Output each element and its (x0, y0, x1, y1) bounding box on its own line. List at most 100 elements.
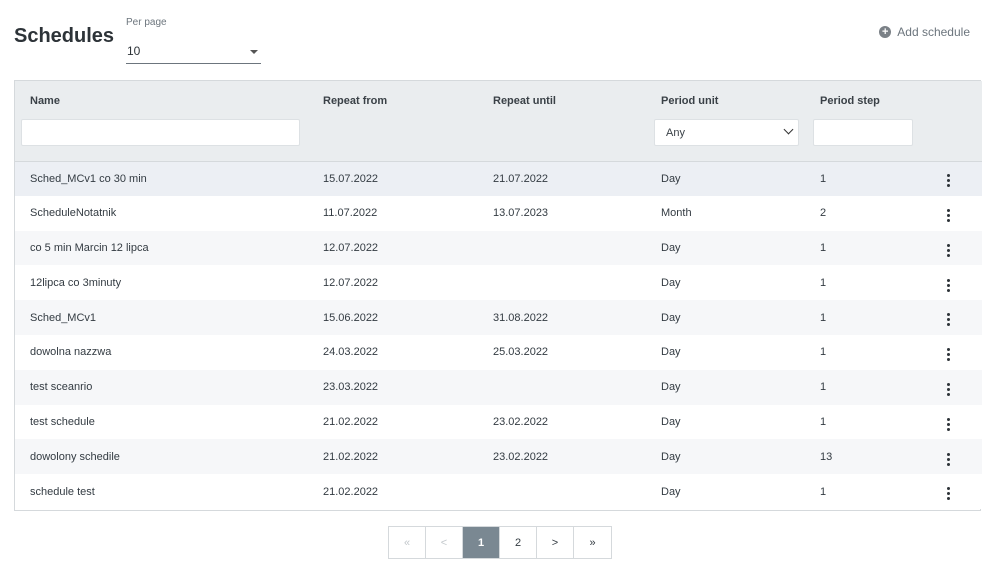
more-vertical-icon[interactable] (942, 312, 956, 328)
next-page-button[interactable]: > (537, 527, 574, 558)
kebab-dot (947, 382, 950, 386)
more-vertical-icon[interactable] (942, 416, 956, 432)
more-vertical-icon[interactable] (942, 242, 956, 258)
schedules-table: Name Repeat from Repeat until Period uni… (14, 80, 982, 511)
kebab-dot (947, 348, 950, 352)
column-header-actions (915, 81, 982, 119)
repeat-until-cell: 31.08.2022 (493, 311, 549, 324)
repeat-from-cell: 15.06.2022 (323, 311, 379, 324)
first-page-button[interactable]: « (389, 527, 426, 558)
more-vertical-icon[interactable] (942, 381, 956, 397)
period-unit-cell: Day (661, 346, 681, 359)
table-row[interactable]: co 5 min Marcin 12 lipca 12.07.2022 Day 1 (15, 230, 982, 266)
kebab-dot (947, 278, 950, 282)
kebab-dot (947, 497, 950, 501)
name-cell: test schedule (30, 415, 95, 428)
table-row[interactable]: test sceanrio 23.03.2022 Day 1 (15, 369, 982, 405)
prev-page-button[interactable]: < (426, 527, 463, 558)
table-row[interactable]: test schedule 21.02.2022 23.02.2022 Day 1 (15, 404, 982, 440)
period-step-cell: 1 (820, 485, 827, 498)
page-button-2[interactable]: 2 (500, 527, 537, 558)
kebab-dot (947, 427, 950, 431)
period-step-cell: 1 (820, 346, 827, 359)
kebab-dot (947, 253, 950, 257)
row-actions-cell (915, 335, 982, 370)
repeat-from-cell: 21.02.2022 (323, 485, 379, 498)
period-unit-cell: Day (661, 381, 681, 394)
row-actions-cell (915, 474, 982, 509)
more-vertical-icon[interactable] (942, 486, 956, 502)
kebab-dot (947, 313, 950, 317)
kebab-dot (947, 243, 950, 247)
column-header-repeat-until[interactable]: Repeat until (478, 81, 646, 119)
row-actions-cell (915, 161, 982, 196)
column-header-repeat-from[interactable]: Repeat from (308, 81, 478, 119)
repeat-until-cell: 23.02.2022 (493, 415, 549, 428)
repeat-from-cell: 12.07.2022 (323, 241, 379, 254)
more-vertical-icon[interactable] (942, 451, 956, 467)
kebab-dot (947, 387, 950, 391)
name-cell: dowolna nazzwa (30, 346, 112, 359)
repeat-until-cell (478, 474, 646, 509)
kebab-dot (947, 283, 950, 287)
kebab-dot (947, 184, 950, 188)
period-step-cell: 1 (820, 311, 827, 324)
period-step-cell: 1 (820, 381, 827, 394)
period-step-cell: 2 (820, 207, 827, 220)
repeat-from-cell: 21.02.2022 (323, 415, 379, 428)
per-page-value: 10 (127, 44, 141, 58)
add-schedule-button[interactable]: + Add schedule (879, 25, 970, 39)
kebab-dot (947, 452, 950, 456)
name-cell: Sched_MCv1 (30, 311, 97, 324)
pagination: « < 1 2 > » (388, 526, 612, 559)
table-row[interactable]: dowolna nazzwa 24.03.2022 25.03.2022 Day 1 (15, 334, 982, 370)
repeat-from-cell: 12.07.2022 (323, 276, 379, 289)
name-cell: schedule test (30, 485, 95, 498)
repeat-until-cell (478, 231, 646, 266)
row-actions-cell (915, 405, 982, 440)
page-title: Schedules (14, 25, 115, 47)
period-unit-filter-select[interactable]: Any (654, 119, 799, 146)
table-row[interactable]: dowolony schedile 21.02.2022 23.02.2022 Day… (15, 439, 982, 475)
row-actions-cell (915, 265, 982, 300)
period-step-filter-input[interactable] (813, 119, 913, 146)
more-vertical-icon[interactable] (942, 347, 956, 363)
period-step-cell: 1 (820, 172, 827, 185)
repeat-until-cell: 25.03.2022 (493, 346, 549, 359)
kebab-dot (947, 174, 950, 178)
table-row[interactable]: schedule test 21.02.2022 Day 1 (15, 474, 982, 509)
repeat-until-cell (478, 370, 646, 405)
table-row[interactable]: Sched_MCv1 15.06.2022 31.08.2022 Day 1 (15, 300, 982, 335)
period-unit-cell: Day (661, 241, 681, 254)
table-row[interactable]: ScheduleNotatnik 11.07.2022 13.07.2023 Mont… (15, 195, 982, 231)
page-button-1[interactable]: 1 (463, 527, 500, 558)
repeat-from-cell: 23.03.2022 (323, 381, 379, 394)
repeat-from-cell: 21.02.2022 (323, 450, 379, 463)
more-vertical-icon[interactable] (942, 277, 956, 293)
column-header-period-unit[interactable]: Period unit (646, 81, 805, 119)
chevron-down-icon (783, 124, 794, 135)
kebab-dot (947, 422, 950, 426)
period-unit-cell: Day (661, 311, 681, 324)
last-page-button[interactable]: » (574, 527, 611, 558)
period-step-cell: 13 (820, 450, 833, 463)
column-header-period-step[interactable]: Period step (805, 81, 915, 119)
table-row[interactable]: Sched_MCv1 co 30 min 15.07.2022 21.07.2022… (15, 161, 982, 196)
name-cell: 12lipca co 3minuty (30, 276, 122, 289)
per-page-control[interactable]: Per page 10 (126, 17, 261, 64)
table-row[interactable]: 12lipca co 3minuty 12.07.2022 Day 1 (15, 265, 982, 301)
period-unit-cell: Day (661, 172, 681, 185)
row-actions-cell (915, 439, 982, 474)
column-header-name[interactable]: Name (15, 81, 308, 119)
per-page-select[interactable]: 10 (126, 31, 261, 64)
repeat-until-cell: 13.07.2023 (493, 207, 549, 220)
kebab-dot (947, 218, 950, 222)
caret-down-icon (250, 50, 258, 54)
kebab-dot (947, 323, 950, 327)
more-vertical-icon[interactable] (942, 207, 956, 223)
kebab-dot (947, 457, 950, 461)
kebab-dot (947, 353, 950, 357)
name-filter-input[interactable] (21, 119, 300, 146)
name-cell: Sched_MCv1 co 30 min (30, 172, 147, 185)
more-vertical-icon[interactable] (942, 173, 956, 189)
